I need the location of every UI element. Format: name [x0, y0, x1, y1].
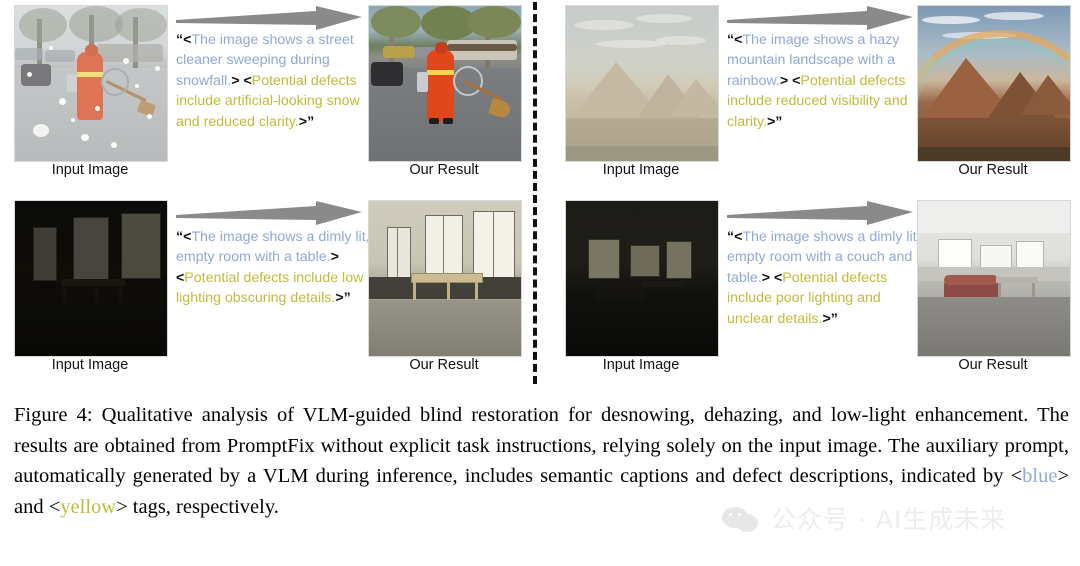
caption-close-bracket: > — [779, 72, 789, 89]
caption-part-3: > tags, respectively. — [116, 495, 279, 518]
semantic-caption-text: The image shows a dimly lit, empty room … — [176, 229, 370, 266]
result-image-lowlight-couch — [917, 200, 1071, 357]
caption-part-1: Figure 4: Qualitative analysis of VLM-gu… — [14, 404, 1069, 488]
input-image-lowlight-table — [14, 200, 168, 357]
prompt-lowlight-table: “<The image shows a dimly lit, empty roo… — [176, 227, 372, 309]
defect-close-bracket: > — [766, 113, 776, 130]
defect-close-bracket: > — [298, 113, 308, 130]
input-image-dehazing — [565, 5, 719, 162]
result-image-dehazing — [917, 5, 1071, 162]
close-quote: ” — [775, 113, 783, 130]
caption-close-bracket: > — [761, 269, 771, 286]
result-label-dehazing: Our Result — [958, 162, 1028, 178]
input-label-lowlight-couch: Input Image — [602, 357, 680, 373]
result-label-lowlight-couch: Our Result — [958, 357, 1028, 373]
input-image-desnowing — [14, 5, 168, 162]
panel-dehazing: “<The image shows a hazy mountain landsc… — [545, 0, 1080, 195]
defect-open-bracket: < — [243, 72, 252, 89]
result-image-desnowing — [368, 5, 522, 162]
result-label-desnowing: Our Result — [409, 162, 479, 178]
panel-desnowing: “<The image shows a street cleaner sweep… — [0, 0, 535, 195]
close-quote: ” — [830, 310, 838, 327]
close-quote: ” — [307, 113, 315, 130]
prompt-lowlight-couch: “<The image shows a dimly lit, empty roo… — [727, 227, 927, 329]
figure-grid: “<The image shows a street cleaner sweep… — [0, 0, 1080, 390]
result-label-lowlight-table: Our Result — [409, 357, 479, 373]
input-label-desnowing: Input Image — [51, 162, 129, 178]
prompt-dehazing: “<The image shows a hazy mountain landsc… — [727, 30, 927, 132]
defect-close-bracket: > — [822, 310, 831, 327]
close-quote: ” — [343, 290, 351, 307]
panel-lowlight-couch: “<The image shows a dimly lit, empty roo… — [545, 195, 1080, 390]
caption-close-bracket: > — [231, 72, 240, 89]
caption-yellow-tag: yellow — [60, 495, 117, 518]
defect-close-bracket: > — [335, 290, 344, 307]
input-image-lowlight-couch — [565, 200, 719, 357]
prompt-desnowing: “<The image shows a street cleaner sweep… — [176, 30, 372, 132]
panel-lowlight-table: “<The image shows a dimly lit, empty roo… — [0, 195, 535, 390]
caption-close-bracket: > — [330, 249, 339, 266]
figure-caption: Figure 4: Qualitative analysis of VLM-gu… — [14, 400, 1069, 522]
caption-blue-tag: blue — [1022, 465, 1058, 488]
input-label-dehazing: Input Image — [602, 162, 680, 178]
result-image-lowlight-table — [368, 200, 522, 357]
input-label-lowlight-table: Input Image — [51, 357, 129, 373]
